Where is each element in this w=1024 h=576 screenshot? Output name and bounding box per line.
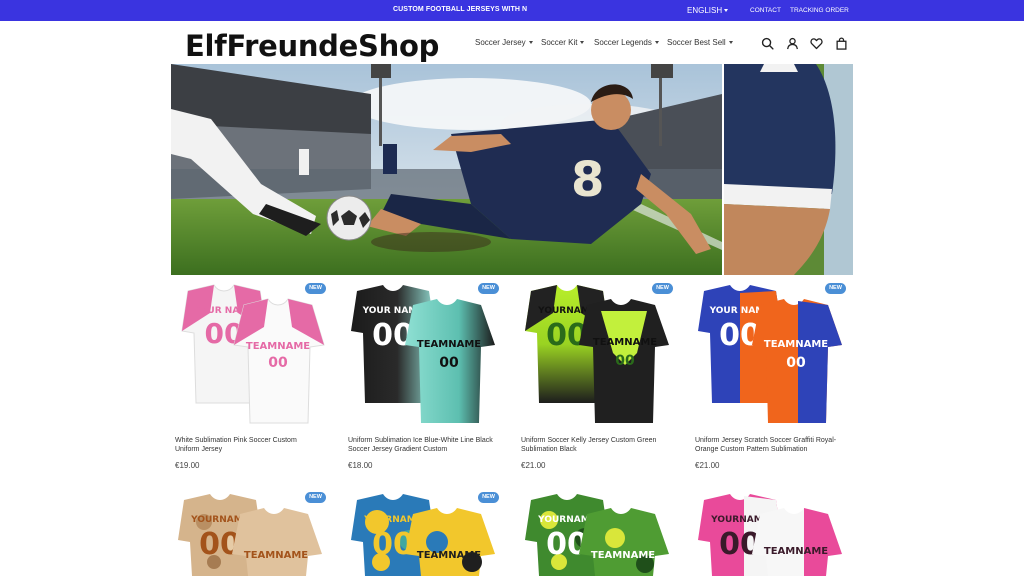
language-selector[interactable]: ENGLISH [687, 6, 729, 15]
product-title-line: White Sublimation Pink Soccer Custom [175, 437, 297, 444]
site-header: ElfFreundeShop Soccer Jersey Soccer Kit … [0, 21, 1024, 64]
jersey-back-name: TEAMNAME [764, 546, 828, 557]
jersey-back-name: TEAMNAME [246, 341, 310, 352]
product-title[interactable]: Uniform Jersey Scratch Soccer Graffiti R… [695, 437, 851, 454]
new-badge: NEW [478, 283, 499, 294]
product-price: €18.00 [348, 461, 373, 470]
nav-soccer-kit[interactable]: Soccer Kit [541, 38, 585, 47]
account-icon[interactable] [786, 37, 799, 50]
chevron-down-icon [728, 41, 733, 45]
new-badge: NEW [825, 283, 846, 294]
jersey-back-number: 00 [268, 355, 288, 371]
nav-label: Soccer Legends [594, 38, 652, 47]
product-title-line: Uniform Soccer Kelly Jersey Custom Green [521, 437, 657, 444]
product-title-line: Uniform Jersey [175, 445, 223, 453]
nav-soccer-jersey[interactable]: Soccer Jersey [475, 38, 533, 47]
site-logo[interactable]: ElfFreundeShop [185, 29, 439, 63]
product-title[interactable]: Uniform Soccer Kelly Jersey Custom Green… [521, 437, 677, 454]
nav-soccer-best-sell[interactable]: Soccer Best Sell [667, 38, 733, 47]
product-title[interactable]: White Sublimation Pink Soccer Custom Unif… [175, 437, 331, 454]
jersey-back-number: 00 [615, 353, 635, 369]
product-image[interactable]: YOURNAME 00 TEAMNAME 00 [521, 283, 677, 429]
hero-banner[interactable]: 8 [171, 64, 722, 275]
product-image[interactable]: YOURNAME 00 TEAMNAME [521, 492, 677, 576]
product-image[interactable]: YOUR NAME 00 TEAMNAME 00 [347, 283, 503, 429]
jersey-back-name: TEAMNAME [417, 550, 481, 561]
search-icon[interactable] [761, 37, 774, 50]
jersey-back-name: TEAMNAME [417, 339, 481, 350]
product-title-line: Uniform Sublimation Ice Blue-White Line … [348, 437, 493, 444]
contact-link[interactable]: CONTACT [750, 7, 781, 14]
jersey-back-name: TEAMNAME [244, 550, 308, 561]
product-image[interactable]: YOURNAME 00 TEAMNAME [347, 492, 503, 576]
chevron-down-icon [580, 41, 585, 45]
wishlist-icon[interactable] [810, 37, 823, 50]
new-badge: NEW [652, 283, 673, 294]
nav-label: Soccer Best Sell [667, 38, 726, 47]
jersey-back-name: TEAMNAME [591, 550, 655, 561]
product-title-line: Orange Custom Pattern Sublimation [695, 445, 808, 453]
product-title[interactable]: Uniform Sublimation Ice Blue-White Line … [348, 437, 504, 454]
announcement-bar: CUSTOM FOOTBALL JERSEYS WITH N ENGLISH C… [0, 0, 1024, 21]
product-image[interactable]: YOUR NAME 00 TEAMNAME 00 [694, 283, 850, 429]
jersey-back-number: 00 [786, 355, 806, 371]
product-price: €21.00 [695, 461, 720, 470]
language-label: ENGLISH [687, 6, 723, 15]
cart-icon[interactable] [835, 37, 848, 50]
jersey-back-name: TEAMNAME [593, 337, 657, 348]
tracking-order-link[interactable]: TRACKING ORDER [790, 7, 849, 14]
svg-text:8: 8 [571, 152, 604, 208]
jersey-back-number: 00 [439, 355, 459, 371]
product-image[interactable]: YOURNAME 00 TEAMNAME [174, 492, 330, 576]
jersey-back-name: TEAMNAME [764, 339, 828, 350]
promo-text: CUSTOM FOOTBALL JERSEYS WITH N [393, 6, 528, 13]
product-title-line: Soccer Jersey Gradient Custom [348, 445, 448, 453]
new-badge: NEW [478, 492, 499, 503]
new-badge: NEW [305, 492, 326, 503]
chevron-down-icon [654, 41, 659, 45]
product-price: €21.00 [521, 461, 546, 470]
product-price: €19.00 [175, 461, 200, 470]
chevron-down-icon [724, 9, 729, 13]
nav-label: Soccer Kit [541, 38, 578, 47]
nav-label: Soccer Jersey [475, 38, 526, 47]
nav-soccer-legends[interactable]: Soccer Legends [594, 38, 659, 47]
new-badge: NEW [305, 283, 326, 294]
hero-side-image[interactable] [724, 64, 853, 275]
product-image[interactable]: YOURNAME 00 TEAMNAME [694, 492, 850, 576]
product-title-line: Uniform Jersey Scratch Soccer Graffiti R… [695, 437, 837, 444]
product-image[interactable]: YOUR NAME 00 TEAMNAME 00 [174, 283, 330, 429]
product-title-line: Sublimation Black [521, 445, 577, 453]
chevron-down-icon [528, 41, 533, 45]
